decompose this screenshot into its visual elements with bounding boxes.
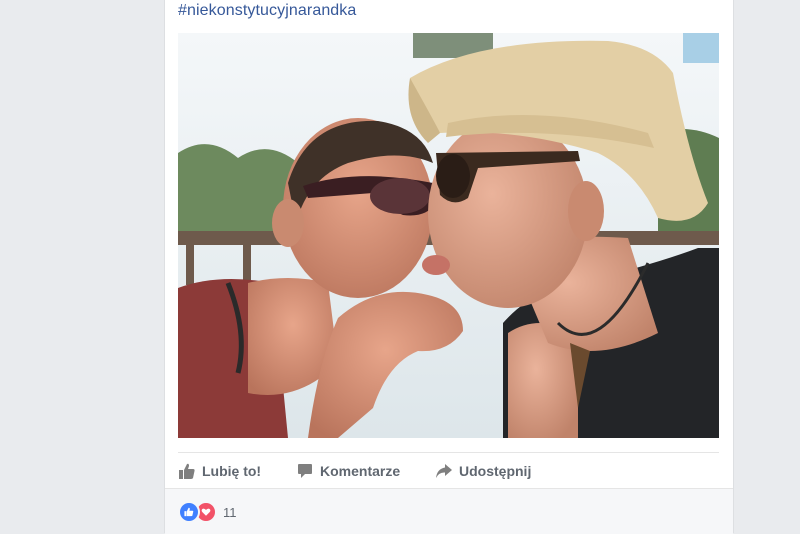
feed-post: #niekonstytucyjnarandka Lubię to! Koment…: [164, 0, 734, 534]
hashtag-link[interactable]: #niekonstytucyjnarandka: [178, 2, 356, 20]
reaction-summary[interactable]: 11: [178, 501, 237, 523]
like-button[interactable]: Lubię to!: [178, 461, 261, 481]
post-actions-bar: Lubię to! Komentarze Udostępnij: [178, 452, 719, 489]
photo-illustration: [178, 33, 719, 438]
thumbs-up-icon: [178, 462, 196, 480]
reactions-bar: 11: [165, 488, 733, 534]
comment-button-label: Komentarze: [320, 463, 401, 479]
reaction-count: 11: [223, 504, 237, 520]
post-photo[interactable]: [178, 33, 719, 438]
share-button-label: Udostępnij: [459, 463, 532, 479]
speech-bubble-icon: [296, 462, 314, 480]
share-arrow-icon: [435, 462, 453, 480]
like-reaction-icon: [178, 501, 200, 523]
share-button[interactable]: Udostępnij: [435, 461, 531, 481]
like-button-label: Lubię to!: [202, 463, 262, 479]
comment-button[interactable]: Komentarze: [296, 461, 400, 481]
